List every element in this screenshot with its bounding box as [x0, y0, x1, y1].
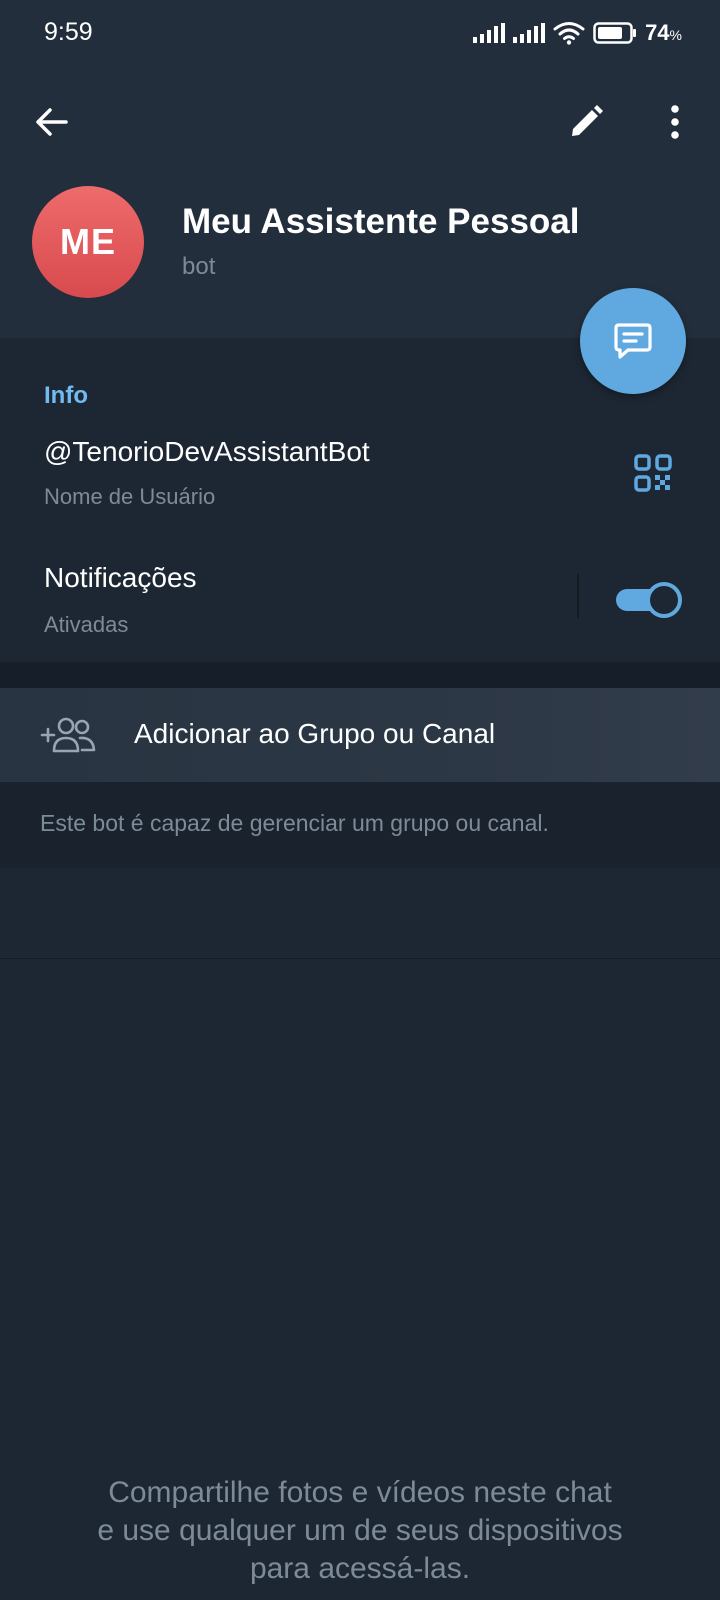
signal-icon	[513, 23, 546, 43]
message-icon	[614, 323, 652, 359]
profile-header: 9:59 74% ME Meu Assistente Pessoal bot	[0, 0, 720, 338]
bot-hint-text: Este bot é capaz de gerenciar um grupo o…	[40, 810, 549, 836]
info-section-title: Info	[44, 382, 88, 409]
avatar[interactable]: ME	[32, 186, 144, 298]
qr-code-icon[interactable]	[634, 454, 672, 492]
back-button[interactable]	[22, 92, 82, 152]
signal-icon	[473, 23, 506, 43]
more-vertical-icon	[671, 105, 679, 139]
notifications-divider	[577, 574, 579, 618]
notifications-toggle[interactable]	[614, 582, 682, 618]
send-message-button[interactable]	[580, 288, 686, 394]
shared-media-empty-text: Compartilhe fotos e vídeos neste chat e …	[0, 1474, 720, 1588]
bot-hint: Este bot é capaz de gerenciar um grupo o…	[0, 782, 720, 868]
back-arrow-icon	[36, 108, 68, 136]
notifications-status: Ativadas	[44, 612, 129, 637]
wifi-icon	[553, 21, 585, 45]
status-icons: 74%	[473, 16, 682, 50]
profile-status: bot	[182, 253, 216, 280]
status-bar: 9:59 74%	[0, 0, 720, 66]
avatar-initials: ME	[60, 221, 116, 262]
username-row[interactable]: @TenorioDevAssistantBot Nome de Usuário	[0, 420, 720, 520]
section-separator	[0, 662, 720, 688]
username-value: @TenorioDevAssistantBot	[44, 436, 370, 467]
battery-percent: 74%	[645, 20, 682, 45]
edit-button[interactable]	[556, 92, 616, 152]
add-to-group-label: Adicionar ao Grupo ou Canal	[134, 718, 496, 749]
profile-name: Meu Assistente Pessoal	[182, 202, 580, 241]
username-label: Nome de Usuário	[44, 484, 216, 509]
more-options-button[interactable]	[645, 92, 705, 152]
add-to-group-button[interactable]: Adicionar ao Grupo ou Canal	[0, 688, 720, 782]
profile-screen: 9:59 74% ME Meu Assistente Pessoal bot I…	[0, 0, 720, 1600]
add-users-icon	[40, 717, 96, 753]
notifications-row[interactable]: Notificações Ativadas	[0, 546, 720, 646]
pencil-icon	[572, 105, 603, 136]
empty-text-line-1: Compartilhe fotos e vídeos neste chat	[108, 1476, 612, 1509]
status-time: 9:59	[44, 18, 93, 46]
notifications-title: Notificações	[44, 562, 197, 593]
media-divider	[0, 958, 720, 959]
toggle-knob	[646, 582, 682, 618]
battery-icon	[593, 22, 637, 44]
empty-text-line-3: para acessá-las.	[249, 1552, 471, 1585]
empty-text-line-2: e use qualquer um de seus dispositivos	[97, 1514, 623, 1547]
